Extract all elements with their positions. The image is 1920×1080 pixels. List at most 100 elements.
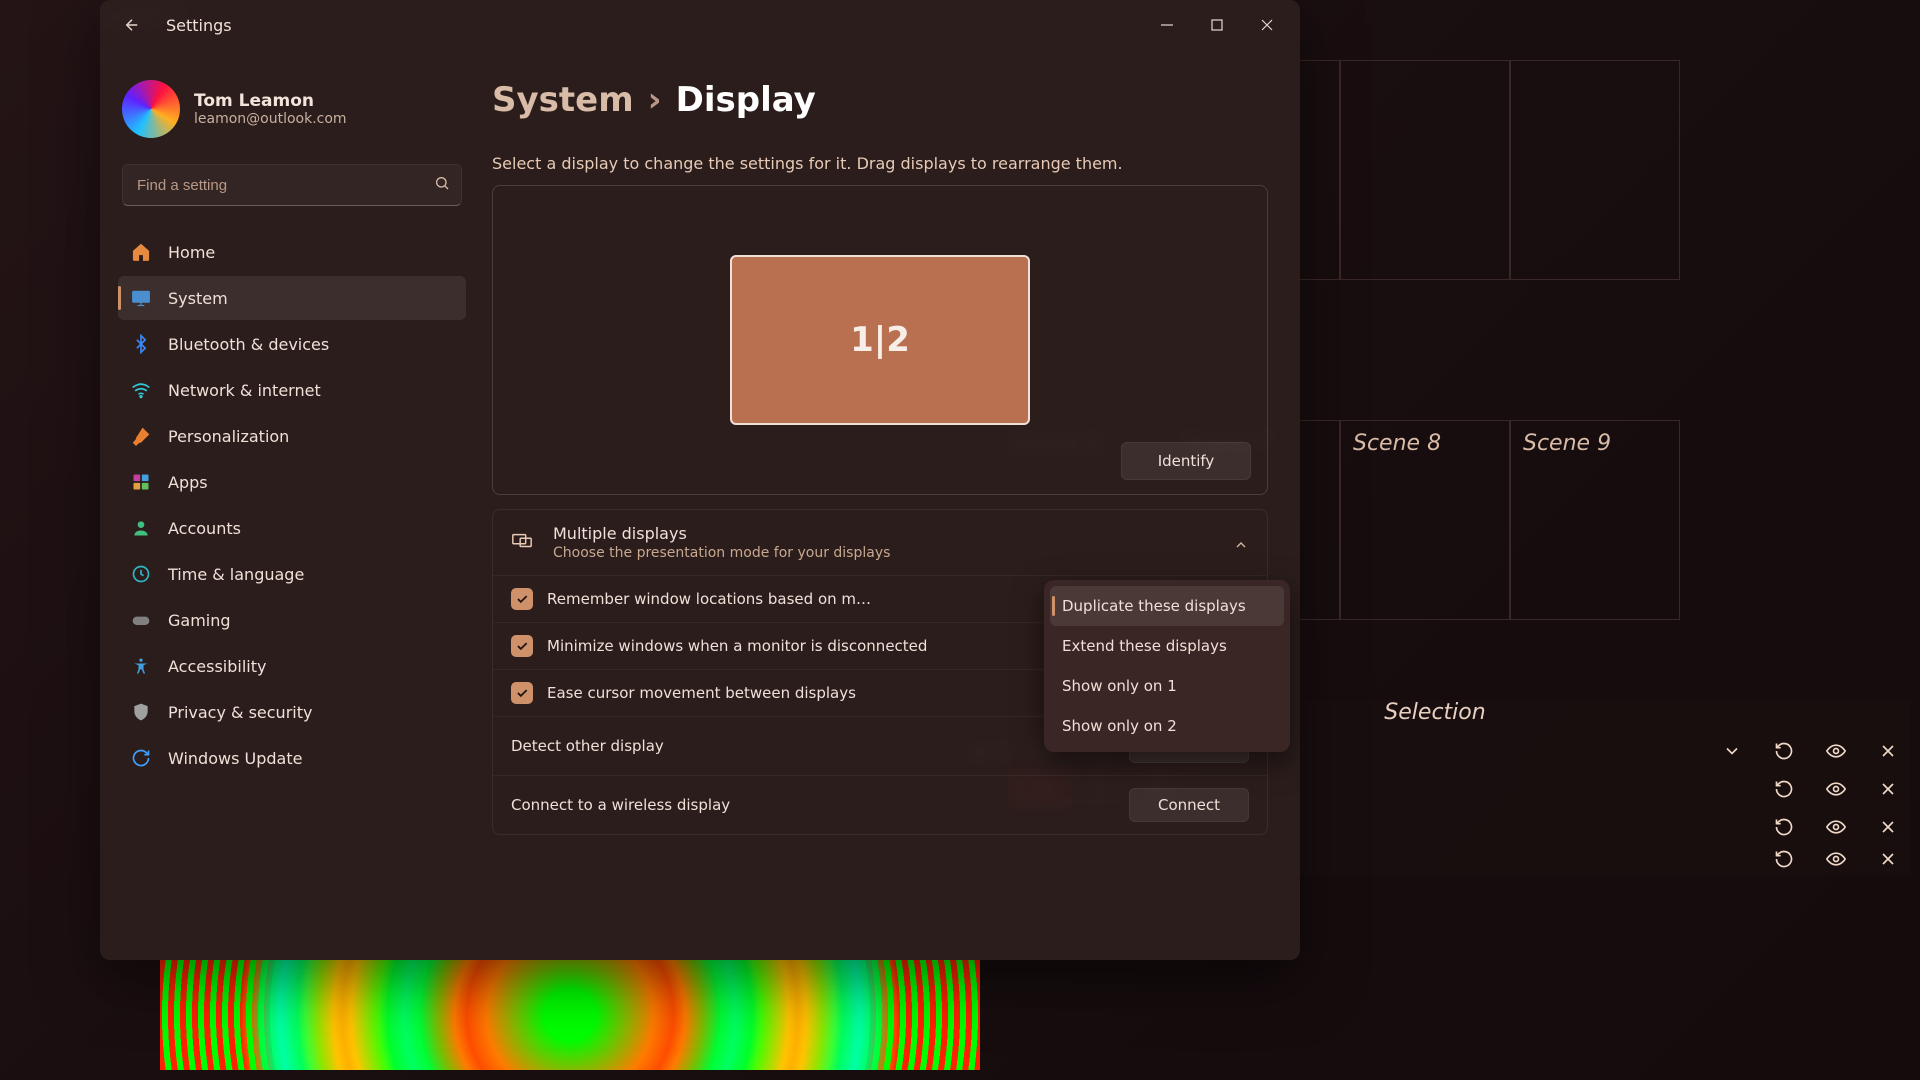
nav-label: Network & internet bbox=[168, 381, 321, 400]
breadcrumb-page: Display bbox=[676, 80, 816, 120]
chevron-down-icon[interactable] bbox=[1720, 739, 1744, 763]
user-email: leamon@outlook.com bbox=[194, 111, 347, 127]
dropdown-item-extend[interactable]: Extend these displays bbox=[1050, 626, 1284, 666]
nav-item-privacy[interactable]: Privacy & security bbox=[118, 690, 466, 734]
nav-label: Bluetooth & devices bbox=[168, 335, 329, 354]
bluetooth-icon bbox=[130, 333, 152, 355]
row-label: Detect other display bbox=[511, 737, 1129, 755]
nav-item-time[interactable]: Time & language bbox=[118, 552, 466, 596]
checkbox-ease[interactable] bbox=[511, 682, 533, 704]
helper-text: Select a display to change the settings … bbox=[492, 154, 1268, 173]
nav-item-apps[interactable]: Apps bbox=[118, 460, 466, 504]
nav-label: Gaming bbox=[168, 611, 231, 630]
brush-icon bbox=[130, 425, 152, 447]
eye-icon[interactable] bbox=[1824, 815, 1848, 839]
window-title: Settings bbox=[166, 16, 232, 35]
settings-window: Settings Tom Leamon leamon@outlook.com bbox=[100, 0, 1300, 960]
button-label: Connect bbox=[1158, 796, 1220, 814]
display-canvas[interactable]: 1|2 Identify bbox=[492, 185, 1268, 495]
display-mode-dropdown: Duplicate these displays Extend these di… bbox=[1044, 580, 1290, 752]
eye-icon[interactable] bbox=[1824, 777, 1848, 801]
visualizer bbox=[160, 960, 980, 1070]
display-label: 1|2 bbox=[850, 320, 910, 360]
nav-label: Accessibility bbox=[168, 657, 266, 676]
close-icon[interactable] bbox=[1876, 777, 1900, 801]
person-icon bbox=[130, 517, 152, 539]
refresh-icon[interactable] bbox=[1772, 815, 1796, 839]
eye-icon[interactable] bbox=[1824, 847, 1848, 871]
refresh-icon[interactable] bbox=[1772, 777, 1796, 801]
scene-label: Scene 9 bbox=[1523, 431, 1611, 456]
chevron-up-icon bbox=[1233, 533, 1249, 553]
checkbox-remember[interactable] bbox=[511, 588, 533, 610]
home-icon bbox=[130, 241, 152, 263]
button-label: Identify bbox=[1158, 452, 1215, 470]
nav-label: Windows Update bbox=[168, 749, 302, 768]
nav-label: Time & language bbox=[168, 565, 304, 584]
group-title: Multiple displays bbox=[553, 524, 890, 543]
checkbox-minimize[interactable] bbox=[511, 635, 533, 657]
dropdown-item-only2[interactable]: Show only on 2 bbox=[1050, 706, 1284, 746]
nav-item-network[interactable]: Network & internet bbox=[118, 368, 466, 412]
apps-icon bbox=[130, 471, 152, 493]
display-box[interactable]: 1|2 bbox=[730, 255, 1030, 425]
user-name: Tom Leamon bbox=[194, 91, 347, 111]
nav-label: Personalization bbox=[168, 427, 289, 446]
dropdown-item-label: Show only on 1 bbox=[1062, 677, 1177, 695]
user-row[interactable]: Tom Leamon leamon@outlook.com bbox=[122, 80, 462, 138]
close-icon[interactable] bbox=[1876, 815, 1900, 839]
multiple-displays-header[interactable]: Multiple displays Choose the presentatio… bbox=[493, 510, 1267, 575]
close-icon[interactable] bbox=[1876, 739, 1900, 763]
row-connect: Connect to a wireless display Connect bbox=[493, 775, 1267, 834]
maximize-button[interactable] bbox=[1192, 5, 1242, 45]
nav-item-bluetooth[interactable]: Bluetooth & devices bbox=[118, 322, 466, 366]
nav-item-system[interactable]: System bbox=[118, 276, 466, 320]
accessibility-icon bbox=[130, 655, 152, 677]
breadcrumb: System › Display bbox=[492, 80, 1268, 120]
grid-cell bbox=[1340, 60, 1510, 280]
nav: Tom Leamon leamon@outlook.com Home Syste… bbox=[100, 50, 480, 960]
group-subtitle: Choose the presentation mode for your di… bbox=[553, 545, 890, 561]
nav-item-home[interactable]: Home bbox=[118, 230, 466, 274]
nav-label: Home bbox=[168, 243, 215, 262]
close-button[interactable] bbox=[1242, 5, 1292, 45]
eye-icon[interactable] bbox=[1824, 739, 1848, 763]
minimize-button[interactable] bbox=[1142, 5, 1192, 45]
grid-cell bbox=[1510, 60, 1680, 280]
connect-button[interactable]: Connect bbox=[1129, 788, 1249, 822]
nav-label: System bbox=[168, 289, 228, 308]
display-icon bbox=[511, 530, 535, 556]
nav-item-update[interactable]: Windows Update bbox=[118, 736, 466, 780]
search-input[interactable] bbox=[122, 164, 462, 206]
row-label: Connect to a wireless display bbox=[511, 796, 1129, 814]
titlebar: Settings bbox=[100, 0, 1300, 50]
dropdown-item-label: Duplicate these displays bbox=[1062, 597, 1246, 615]
search-icon[interactable] bbox=[434, 175, 450, 195]
main-pane: System › Display Select a display to cha… bbox=[480, 50, 1300, 960]
shield-icon bbox=[130, 701, 152, 723]
chevron-right-icon: › bbox=[648, 80, 662, 120]
nav-item-accessibility[interactable]: Accessibility bbox=[118, 644, 466, 688]
update-icon bbox=[130, 747, 152, 769]
back-button[interactable] bbox=[116, 9, 148, 41]
dropdown-item-duplicate[interactable]: Duplicate these displays bbox=[1050, 586, 1284, 626]
breadcrumb-section[interactable]: System bbox=[492, 80, 634, 120]
scene-cell[interactable]: Scene 8 bbox=[1340, 420, 1510, 620]
refresh-icon[interactable] bbox=[1772, 739, 1796, 763]
nav-item-gaming[interactable]: Gaming bbox=[118, 598, 466, 642]
dropdown-item-label: Extend these displays bbox=[1062, 637, 1227, 655]
nav-label: Apps bbox=[168, 473, 208, 492]
nav-label: Privacy & security bbox=[168, 703, 312, 722]
nav-item-accounts[interactable]: Accounts bbox=[118, 506, 466, 550]
monitor-icon bbox=[130, 287, 152, 309]
scene-cell[interactable]: Scene 9 bbox=[1510, 420, 1680, 620]
identify-button[interactable]: Identify bbox=[1121, 442, 1251, 480]
nav-item-personalization[interactable]: Personalization bbox=[118, 414, 466, 458]
close-icon[interactable] bbox=[1876, 847, 1900, 871]
clock-icon bbox=[130, 563, 152, 585]
dropdown-item-only1[interactable]: Show only on 1 bbox=[1050, 666, 1284, 706]
nav-label: Accounts bbox=[168, 519, 241, 538]
refresh-icon[interactable] bbox=[1772, 847, 1796, 871]
search bbox=[122, 164, 462, 206]
scene-label: Scene 8 bbox=[1353, 431, 1441, 456]
